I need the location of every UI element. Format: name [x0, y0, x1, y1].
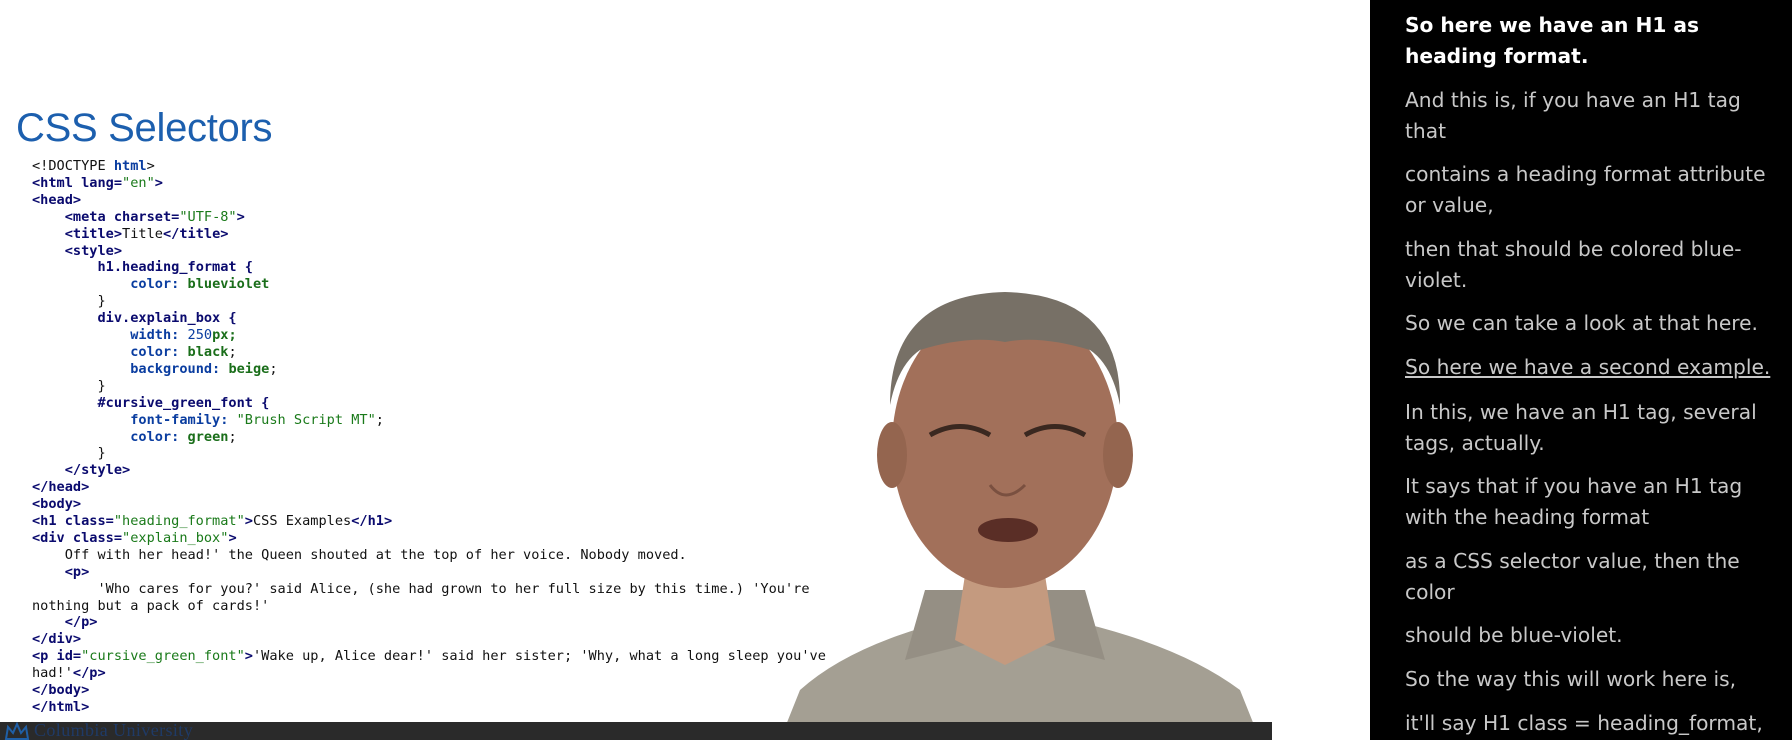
video-player[interactable]: CSS Selectors <!DOCTYPE html> <html lang…	[0, 0, 1370, 740]
code-line-12: color: black;	[130, 343, 237, 360]
code-line-1: <!DOCTYPE html>	[32, 158, 155, 174]
code-line-21: <body>	[32, 496, 82, 513]
transcript-cue[interactable]: contains a heading format attribute or v…	[1405, 159, 1785, 221]
code-line-18: }	[97, 445, 106, 462]
transcript-cue[interactable]: In this, we have an H1 tag, several tags…	[1405, 397, 1785, 459]
code-line-9: }	[97, 293, 106, 310]
transcript-cue[interactable]: It says that if you have an H1 tag with …	[1405, 471, 1785, 533]
transcript-panel[interactable]: So here we have an H1 as heading format.…	[1370, 0, 1792, 740]
code-line-2: <html lang="en">	[32, 174, 163, 191]
code-line-27: nothing but a pack of cards!'	[32, 597, 270, 614]
code-line-11: width: 250px;	[130, 327, 237, 344]
transcript-cue-active[interactable]: So here we have an H1 as heading format.	[1405, 10, 1785, 72]
code-line-19: </style>	[64, 462, 131, 479]
transcript-cue[interactable]: And this is, if you have an H1 tag that	[1405, 85, 1785, 147]
code-line-5: <title>Title</title>	[64, 225, 229, 242]
code-line-15: #cursive_green_font {	[97, 394, 270, 411]
slide-title: CSS Selectors	[16, 106, 273, 150]
transcript-cue[interactable]: So the way this will work here is,	[1405, 664, 1785, 695]
code-line-13: background: beige;	[130, 360, 278, 377]
columbia-logo: Columbia University	[4, 720, 194, 740]
transcript-cue-hovered[interactable]: So here we have a second example.	[1405, 352, 1785, 383]
code-line-4: <meta charset="UTF-8">	[64, 208, 245, 225]
code-line-3: <head>	[32, 191, 82, 208]
code-line-10: div.explain_box {	[97, 310, 237, 327]
code-line-23: <div class="explain_box">	[32, 529, 237, 546]
transcript-cue[interactable]: So we can take a look at that here.	[1405, 308, 1785, 339]
code-line-31: had!'</p>	[32, 665, 106, 682]
transcript-cue[interactable]: then that should be colored blue-violet.	[1405, 234, 1785, 296]
code-line-33: </html>	[32, 699, 90, 715]
columbia-crown-icon	[4, 721, 30, 740]
code-line-16: font-family: "Brush Script MT";	[130, 411, 384, 428]
code-line-28: </p>	[64, 614, 98, 631]
code-line-7: h1.heading_format {	[97, 259, 253, 276]
transcript-cue[interactable]: it'll say H1 class = heading_format,	[1405, 708, 1785, 739]
transcript-cue[interactable]: as a CSS selector value, then the color	[1405, 546, 1785, 608]
code-line-22: <h1 class="heading_format">CSS Examples<…	[32, 513, 393, 530]
code-line-26: 'Who cares for you?' said Alice, (she ha…	[97, 580, 810, 597]
logo-text: Columbia University	[34, 720, 194, 740]
code-line-32: </body>	[32, 682, 90, 699]
code-line-6: <style>	[64, 242, 123, 259]
code-line-29: </div>	[32, 631, 82, 648]
code-line-25: <p>	[64, 563, 90, 580]
code-line-20: </head>	[32, 479, 90, 496]
code-line-14: }	[97, 377, 106, 394]
transcript-cue[interactable]: should be blue-violet.	[1405, 620, 1785, 651]
code-line-24: Off with her head!' the Queen shouted at…	[64, 546, 687, 563]
presenter-figure	[780, 292, 1260, 740]
code-line-17: color: green;	[130, 428, 237, 445]
code-line-30: <p id="cursive_green_font">'Wake up, Ali…	[32, 648, 826, 665]
code-sample: <!DOCTYPE html> <html lang="en"> <head> …	[32, 158, 826, 716]
code-line-8: color: blueviolet	[130, 276, 270, 293]
